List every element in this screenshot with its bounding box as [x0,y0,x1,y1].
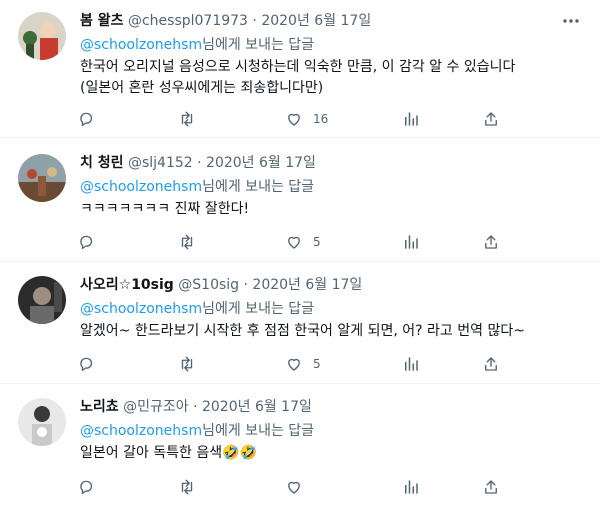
display-name[interactable]: 사오리☆10sig [80,277,174,293]
reply-context: @schoolzonehsm님에게 보내는 답글 [80,422,314,440]
action-bar [72,476,512,498]
separator: · [239,277,253,293]
views-button[interactable] [402,108,420,130]
reply-button[interactable] [78,353,96,375]
views-icon [405,480,418,494]
reply-context: @schoolzonehsm님에게 보내는 답글 [80,36,314,54]
retweet-button[interactable] [178,476,196,498]
like-count: 16 [313,112,329,126]
reply-button[interactable] [78,476,96,498]
retweet-button[interactable] [178,108,196,130]
views-icon [405,112,418,126]
reply-context: @schoolzonehsm님에게 보내는 답글 [80,300,314,318]
views-button[interactable] [402,231,420,253]
retweet-icon [181,234,193,250]
avatar[interactable] [18,398,66,446]
like-icon [288,236,300,249]
tweet[interactable]: 봄 왈츠 @chesspl071973 · 2020년 6월 17일 @scho… [0,0,600,138]
reply-button[interactable] [78,231,96,253]
like-icon [288,113,300,126]
views-icon [405,357,418,371]
reply-context: @schoolzonehsm님에게 보내는 답글 [80,178,314,196]
tweet[interactable]: 노리쵸 @민규조아 · 2020년 6월 17일 @schoolzonehsm님… [0,384,600,508]
action-bar: 5 [72,353,512,375]
retweet-icon [181,479,193,495]
timestamp[interactable]: 2020년 6월 17일 [206,155,316,171]
display-name[interactable]: 치 청린 [80,155,124,171]
share-icon [485,357,497,371]
tweet-header: 사오리☆10sig @S10sig · 2020년 6월 17일 [80,276,362,294]
share-button[interactable] [482,476,500,498]
like-count: 5 [313,357,321,371]
handle[interactable]: @slj4152 [128,155,193,171]
action-bar: 5 [72,231,512,253]
tweet-text: 알겠어~ 한드라보기 시작한 후 점점 한국어 알게 되면, 어? 라고 번역 … [80,321,525,342]
reply-suffix: 님에게 보내는 답글 [202,423,315,439]
mention-link[interactable]: @schoolzonehsm [80,179,202,195]
retweet-button[interactable] [178,231,196,253]
reply-suffix: 님에게 보내는 답글 [202,179,315,195]
handle[interactable]: @chesspl071973 [128,13,248,29]
mention-link[interactable]: @schoolzonehsm [80,423,202,439]
retweet-button[interactable] [178,353,196,375]
reply-icon [80,480,93,495]
like-button[interactable]: 16 [285,108,328,130]
tweet-header: 노리쵸 @민규조아 · 2020년 6월 17일 [80,398,312,416]
more-icon[interactable] [560,12,582,30]
separator: · [247,13,262,29]
tweet-text: 한국어 오리지널 음성으로 시청하는데 익숙한 만큼, 이 감각 알 수 있습니… [80,57,515,99]
avatar[interactable] [18,12,66,60]
tweet-text: ㅋㅋㅋㅋㅋㅋㅋ 진짜 잘한다! [80,199,249,220]
like-count: 5 [313,235,321,249]
timestamp[interactable]: 2020년 6월 17일 [261,13,371,29]
tweet-header: 치 청린 @slj4152 · 2020년 6월 17일 [80,154,316,172]
mention-link[interactable]: @schoolzonehsm [80,37,202,53]
tweet-text-line: ㅋㅋㅋㅋㅋㅋㅋ 진짜 잘한다! [80,201,250,217]
tweet-text-line: (일본어 혼란 성우씨에게는 죄송합니다만) [80,80,324,96]
views-icon [405,235,418,249]
retweet-icon [181,356,193,372]
tweet-text-line: 한국어 오리지널 음성으로 시청하는데 익숙한 만큼, 이 감각 알 수 있습니… [80,59,516,75]
tweet[interactable]: 치 청린 @slj4152 · 2020년 6월 17일 @schoolzone… [0,138,600,262]
share-icon [485,235,497,249]
display-name[interactable]: 노리쵸 [80,399,119,415]
share-button[interactable] [482,108,500,130]
handle[interactable]: @S10sig [178,277,239,293]
reply-icon [80,357,93,372]
like-button[interactable]: 5 [285,231,321,253]
reply-icon [80,235,93,250]
like-button[interactable]: 5 [285,353,321,375]
share-button[interactable] [482,231,500,253]
avatar[interactable] [18,154,66,202]
timestamp[interactable]: 2020년 6월 17일 [202,399,312,415]
mention-link[interactable]: @schoolzonehsm [80,301,202,317]
share-icon [485,480,497,494]
tweet[interactable]: 사오리☆10sig @S10sig · 2020년 6월 17일 @school… [0,262,600,384]
reply-suffix: 님에게 보내는 답글 [202,301,315,317]
like-icon [288,358,300,371]
tweet-text: 일본어 갈아 독특한 음색🤣🤣 [80,443,257,464]
like-button[interactable] [285,476,313,498]
share-button[interactable] [482,353,500,375]
timestamp[interactable]: 2020년 6월 17일 [252,277,362,293]
views-button[interactable] [402,476,420,498]
tweet-text-line: 알겠어~ 한드라보기 시작한 후 점점 한국어 알게 되면, 어? 라고 번역 … [80,323,525,339]
separator: · [192,155,207,171]
share-icon [485,112,497,126]
separator: · [188,399,202,415]
tweet-header: 봄 왈츠 @chesspl071973 · 2020년 6월 17일 [80,12,371,30]
avatar[interactable] [18,276,66,324]
views-button[interactable] [402,353,420,375]
handle[interactable]: @민규조아 [123,399,189,415]
action-bar: 16 [72,108,512,130]
tweet-text-line: 일본어 갈아 독특한 음색🤣🤣 [80,445,258,461]
like-icon [288,481,300,494]
reply-button[interactable] [78,108,96,130]
retweet-icon [181,111,193,127]
reply-icon [80,112,93,127]
display-name[interactable]: 봄 왈츠 [80,13,124,29]
reply-suffix: 님에게 보내는 답글 [202,37,315,53]
